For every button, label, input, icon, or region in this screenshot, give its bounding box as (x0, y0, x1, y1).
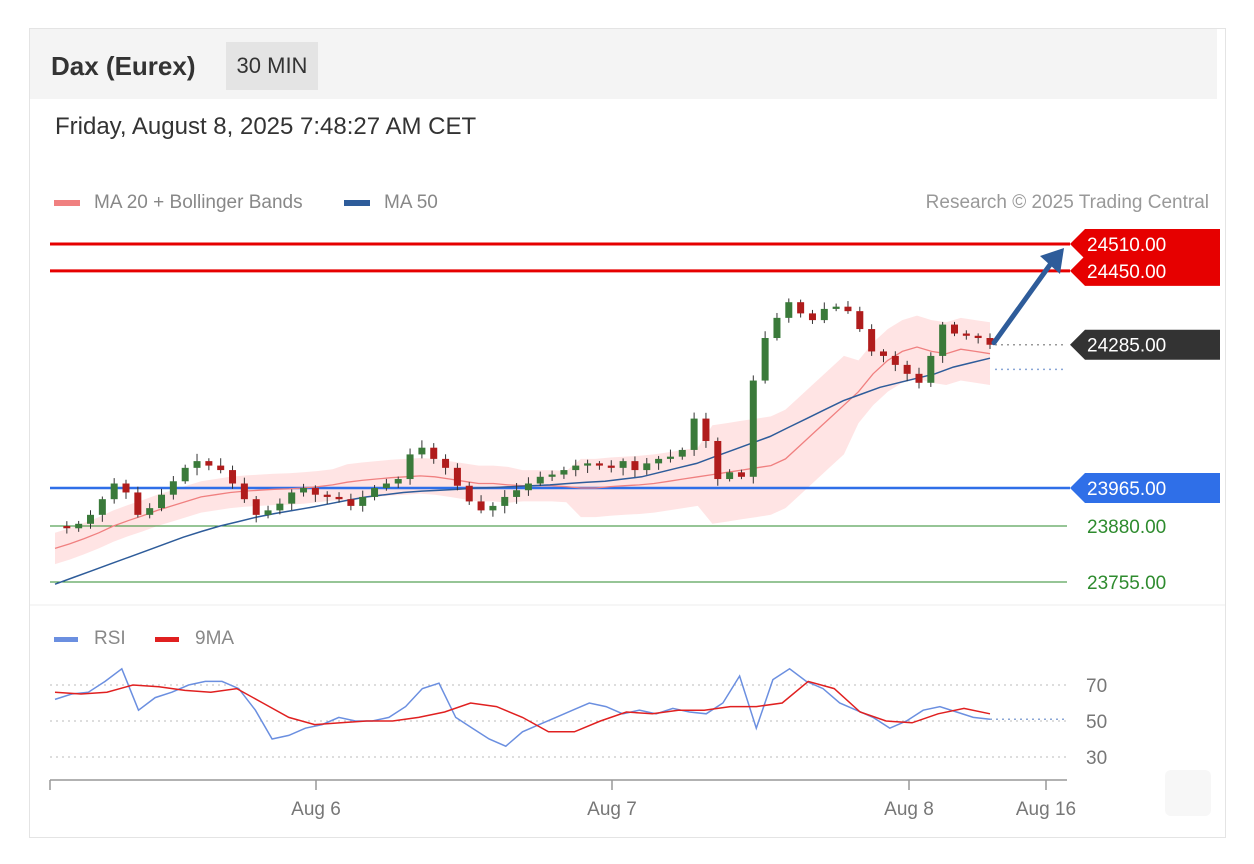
candle-body (903, 364, 911, 374)
candle-body (205, 461, 213, 466)
candle-body (489, 505, 497, 511)
candle-body (974, 335, 982, 339)
level-label-23965.00: 23965.00 (1087, 479, 1166, 500)
candle-body (607, 465, 615, 468)
candle-body (915, 373, 923, 383)
candle-body (879, 351, 887, 356)
candle-body (98, 499, 106, 515)
candle-body (524, 483, 532, 491)
candle-body (193, 461, 201, 468)
candle-body (300, 487, 308, 493)
candle-body (87, 514, 95, 524)
candle-body (808, 313, 816, 321)
rsi-tick-label: 70 (1086, 676, 1107, 697)
candle-body (950, 324, 958, 334)
rsi-tick-label: 50 (1086, 712, 1107, 733)
candle-body (276, 503, 284, 511)
candle-body (264, 510, 272, 515)
candle-body (347, 499, 355, 506)
candle-body (678, 449, 686, 457)
candle-body (962, 333, 970, 336)
candle-body (643, 463, 651, 471)
candle-body (773, 317, 781, 339)
rsi-line (54, 667, 991, 748)
corner-widget[interactable] (1165, 770, 1211, 816)
candle-body (240, 483, 248, 500)
candle-body (690, 418, 698, 450)
candle-body (453, 467, 461, 486)
price-chart-svg: 24510.00 24450.00 24285.00 23965.00 23880.00… (30, 229, 1225, 820)
candle-body (749, 380, 757, 477)
level-label-23755.00: 23755.00 (1087, 573, 1166, 594)
x-tick-label: Aug 8 (884, 799, 934, 820)
candle-body (75, 523, 83, 529)
candle-body (311, 487, 319, 495)
candle-body (158, 494, 166, 509)
candle-body (382, 483, 390, 488)
candle-body (406, 454, 414, 480)
candle-body (465, 485, 473, 502)
x-tick-label: Aug 7 (587, 799, 637, 820)
candle-body (229, 470, 237, 484)
x-tick-label: Aug 6 (291, 799, 341, 820)
candle-body (595, 463, 603, 466)
candle-body (252, 499, 260, 515)
bollinger-band (55, 315, 990, 565)
candle-body (513, 490, 521, 497)
candle-body (371, 487, 379, 497)
candle-body (856, 311, 864, 330)
candle-body (442, 458, 450, 468)
candle-body (820, 308, 828, 321)
candle-body (110, 483, 118, 500)
candle-body (832, 306, 840, 309)
candle-body (394, 479, 402, 484)
candle-body (655, 458, 663, 464)
candle-body (418, 447, 426, 455)
rsi-tick-label: 30 (1086, 748, 1107, 769)
candle-body (359, 496, 367, 506)
candle-body (584, 463, 592, 466)
candle-body (939, 324, 947, 356)
candle-body (891, 355, 899, 365)
candle-body (323, 494, 331, 497)
candle-body (726, 472, 734, 480)
candle-body (288, 492, 296, 504)
candle-body (181, 467, 189, 482)
level-label-24450.00: 24450.00 (1087, 262, 1166, 283)
candle-body (619, 461, 627, 468)
candle-body (335, 496, 343, 500)
candle-body (702, 418, 710, 441)
candle-body (477, 501, 485, 511)
candle-body (122, 483, 130, 493)
level-label-24510.00: 24510.00 (1087, 235, 1166, 256)
forecast-arrow (991, 259, 1055, 346)
level-label-24285.00: 24285.00 (1087, 336, 1166, 357)
candle-body (63, 526, 71, 529)
candle-body (134, 492, 142, 515)
candle-body (797, 302, 805, 314)
candle-body (217, 465, 225, 471)
candle-body (737, 472, 745, 477)
candle-body (501, 496, 509, 506)
candle-body (548, 474, 556, 477)
candle-body (430, 447, 438, 459)
candle-body (785, 302, 793, 318)
candle-body (169, 481, 177, 495)
candle-body (631, 461, 639, 471)
candle-body (572, 465, 580, 471)
candle-body (844, 306, 852, 312)
candle-body (560, 470, 568, 475)
candle-body (146, 508, 154, 515)
candle-body (761, 338, 769, 381)
candle-body (666, 456, 674, 459)
candle-body (868, 329, 876, 352)
candle-body (927, 355, 935, 383)
candle-body (714, 440, 722, 480)
x-tick-label: Aug 16 (1016, 799, 1076, 820)
candle-body (536, 476, 544, 484)
level-label-23880.00: 23880.00 (1087, 517, 1166, 538)
